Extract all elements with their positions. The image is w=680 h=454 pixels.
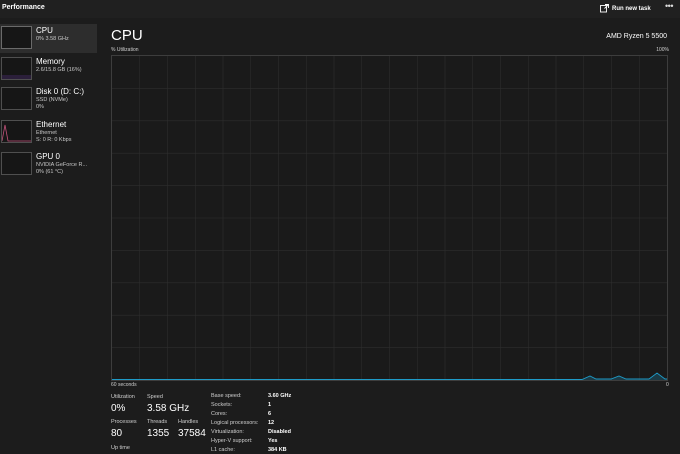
utilization-value: 0% — [111, 403, 126, 414]
spec-row: Sockets: 1 — [211, 402, 331, 411]
run-task-icon — [600, 4, 609, 13]
spec-key: Base speed: — [211, 393, 242, 399]
sidebar-item-label: Memory — [36, 57, 65, 66]
spec-value: Disabled — [268, 429, 291, 435]
cpu-specs: Base speed: 3.60 GHz Sockets: 1 Cores: 6 Logic… — [211, 393, 331, 454]
speed-value: 3.58 GHz — [147, 403, 190, 414]
mini-graph — [1, 26, 32, 49]
sidebar-item-ethernet[interactable]: Ethernet Ethernet S: 0 R: 0 Kbps — [0, 118, 97, 147]
page-title: Performance — [2, 4, 45, 11]
axis-max-label: 100% — [656, 47, 669, 53]
spec-value: 12 — [268, 420, 275, 426]
cpu-model-name: AMD Ryzen 5 5500 — [606, 33, 667, 40]
handles-value: 37584 — [178, 428, 206, 439]
spec-key: Virtualization: — [211, 429, 244, 435]
spec-key: L1 cache: — [211, 447, 235, 453]
spec-value: Yes — [268, 438, 278, 444]
spec-row: L1 cache: 384 KB — [211, 447, 331, 454]
section-title: CPU — [111, 27, 143, 44]
sidebar-item-label: GPU 0 — [36, 152, 61, 161]
axis-min-label: 0 — [666, 382, 669, 388]
spec-row: Logical processors: 12 — [211, 420, 331, 429]
sidebar-item-disk[interactable]: Disk 0 (D: C:) SSD (NVMe) 0% — [0, 85, 97, 114]
sidebar-item-label: Disk 0 (D: C:) — [36, 87, 84, 96]
spec-row: Hyper-V support: Yes — [211, 438, 331, 447]
utilization-axis-label: % Utilization — [111, 47, 139, 53]
spec-row: Virtualization: Disabled — [211, 429, 331, 438]
time-span-label: 60 seconds — [111, 382, 137, 388]
mini-graph — [1, 57, 32, 80]
spec-key: Cores: — [211, 411, 228, 417]
mini-graph — [1, 120, 32, 143]
sidebar-item-detail: 0% (61 °C) — [36, 169, 63, 175]
processes-label: Processes — [111, 419, 137, 425]
sidebar-item-gpu[interactable]: GPU 0 NVIDIA GeForce R... 0% (61 °C) — [0, 150, 97, 179]
speed-label: Speed — [147, 394, 163, 400]
more-dots-icon: ••• — [665, 1, 673, 11]
uptime-label: Up time — [111, 445, 130, 451]
sidebar-item-cpu[interactable]: CPU 0% 3.58 GHz — [0, 24, 97, 53]
sidebar-item-detail: SSD (NVMe) — [36, 97, 68, 103]
sidebar-item-label: Ethernet — [36, 120, 67, 129]
mini-graph — [1, 152, 32, 175]
run-new-task-button[interactable]: Run new task — [600, 3, 651, 14]
sidebar-item-detail: S: 0 R: 0 Kbps — [36, 137, 72, 143]
run-new-task-label: Run new task — [612, 5, 651, 12]
spec-value: 384 KB — [268, 447, 287, 453]
spec-value: 3.60 GHz — [268, 393, 292, 399]
spec-value: 6 — [268, 411, 272, 417]
spec-key: Logical processors: — [211, 420, 259, 426]
sidebar-item-label: CPU — [36, 26, 53, 35]
cpu-utilization-graph — [111, 55, 668, 381]
sidebar-item-detail: NVIDIA GeForce R... — [36, 162, 88, 168]
sidebar-item-detail: 0% 3.58 GHz — [36, 36, 69, 42]
title-bar: Performance Run new task ••• — [0, 0, 680, 18]
sidebar-item-detail: 0% — [36, 104, 44, 110]
spec-row: Cores: 6 — [211, 411, 331, 420]
spec-value: 1 — [268, 402, 272, 408]
spec-key: Hyper-V support: — [211, 438, 253, 444]
spec-row: Base speed: 3.60 GHz — [211, 393, 331, 402]
sidebar-item-detail: Ethernet — [36, 130, 57, 136]
handles-label: Handles — [178, 419, 199, 425]
processes-value: 80 — [111, 428, 123, 439]
threads-label: Threads — [147, 419, 168, 425]
spec-key: Sockets: — [211, 402, 233, 408]
utilization-label: Utilization — [111, 394, 135, 400]
mini-graph — [1, 87, 32, 110]
threads-value: 1355 — [147, 428, 170, 439]
sidebar-item-detail: 2.6/15.8 GB (16%) — [36, 67, 82, 73]
sidebar: CPU 0% 3.58 GHz Memory 2.6/15.8 GB (16%) Dis… — [0, 18, 97, 454]
sidebar-item-memory[interactable]: Memory 2.6/15.8 GB (16%) — [0, 55, 97, 84]
graph-canvas — [112, 56, 667, 380]
more-options-button[interactable]: ••• — [662, 1, 676, 13]
